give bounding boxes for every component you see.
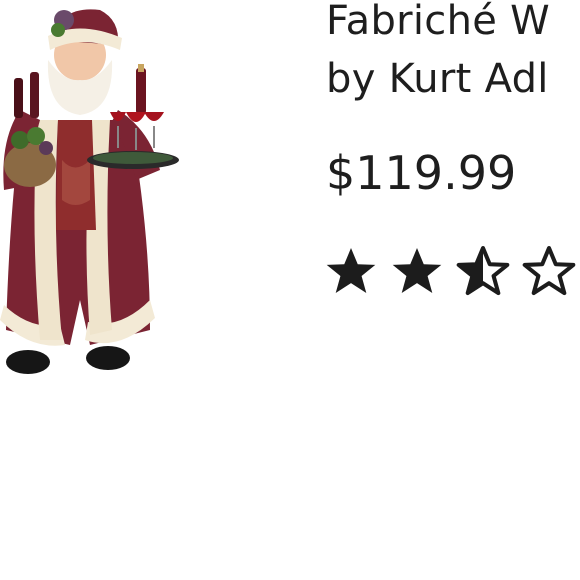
product-image[interactable] [0,0,185,385]
star-full-icon [326,248,376,294]
product-title-line-1: Fabriché W [326,0,551,44]
star-half-icon [456,246,510,296]
star-rating [324,244,576,298]
star-empty-icon [522,246,576,296]
product-title-line-2: by Kurt Adl [326,56,549,102]
product-price: $119.99 [326,146,517,200]
star-full-icon [392,248,442,294]
product-title[interactable]: Fabriché W by Kurt Adl [326,0,550,108]
